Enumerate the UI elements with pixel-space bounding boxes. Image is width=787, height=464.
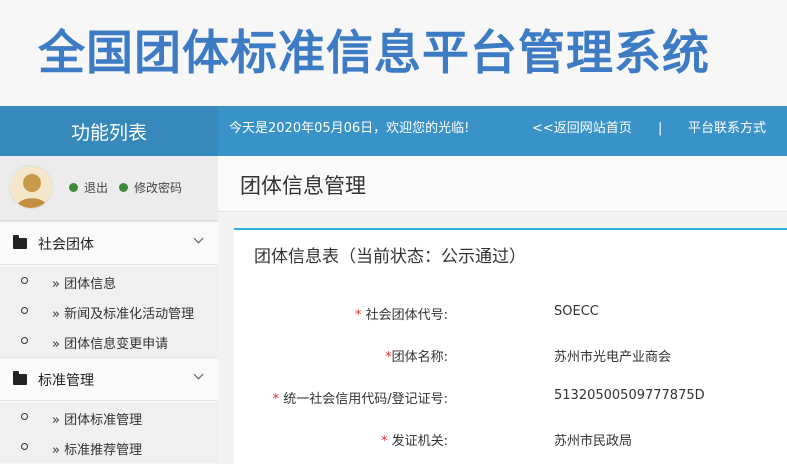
info-card: 团体信息表（当前状态：公示通过） * 社会团体代号: SOECC *团体名称: … — [234, 228, 787, 464]
logout-link[interactable]: 退出 — [69, 179, 108, 196]
field-value-name: 苏州市光电产业商会 — [554, 350, 672, 365]
circle-bullet-icon — [21, 443, 28, 450]
change-password-label: 修改密码 — [134, 181, 183, 195]
circle-bullet-icon — [21, 337, 28, 344]
avatar — [9, 165, 53, 209]
menu-item-label: » 团体标准管理 — [52, 413, 143, 428]
logout-label: 退出 — [84, 181, 109, 195]
folder-icon — [13, 235, 27, 249]
menu-item-group-info[interactable]: » 团体信息 — [0, 267, 218, 297]
circle-bullet-icon — [21, 413, 28, 420]
field-label-credit-code: * 统一社会信用代码/登记证号: — [272, 392, 448, 407]
menu-item-info-change[interactable]: » 团体信息变更申请 — [0, 327, 218, 357]
green-dot-icon — [119, 183, 128, 192]
user-avatar-icon — [10, 166, 52, 208]
menu-item-label: » 团体信息变更申请 — [52, 337, 169, 352]
green-dot-icon — [69, 183, 78, 192]
menu-item-news-activities[interactable]: » 新闻及标准化活动管理 — [0, 297, 218, 327]
site-banner: 全国团体标准信息平台管理系统 — [0, 0, 787, 106]
menu-item-label: » 团体信息 — [52, 277, 117, 292]
page-header: 团体信息管理 — [218, 156, 787, 212]
circle-bullet-icon — [21, 307, 28, 314]
sidebar: 退出 修改密码 社会团体 » 团体信息 » 新闻及标准化活动管理 » 团体信息变… — [0, 156, 218, 464]
field-value-code: SOECC — [554, 304, 599, 319]
field-label-code: * 社会团体代号: — [354, 308, 448, 323]
field-label-name: *团体名称: — [385, 350, 448, 365]
chevron-down-icon — [193, 233, 204, 244]
folder-icon — [13, 371, 27, 385]
top-bar: 功能列表 今天是2020年05月06日，欢迎您的光临! <<返回网站首页 | 平… — [0, 106, 787, 156]
back-home-link[interactable]: <<返回网站首页 — [532, 106, 632, 156]
card-title: 团体信息表（当前状态：公示通过） — [254, 247, 526, 267]
change-password-link[interactable]: 修改密码 — [119, 179, 182, 196]
system-title: 全国团体标准信息平台管理系统 — [38, 26, 710, 81]
chevron-down-icon — [193, 369, 204, 380]
welcome-text: 今天是2020年05月06日，欢迎您的光临! — [229, 121, 470, 136]
circle-bullet-icon — [21, 277, 28, 284]
menu-item-label: » 新闻及标准化活动管理 — [52, 307, 195, 322]
field-label-issuer: * 发证机关: — [380, 434, 448, 449]
menu-group-label: 社会团体 — [38, 237, 94, 253]
page-title: 团体信息管理 — [240, 174, 366, 198]
function-list-header: 功能列表 — [0, 106, 218, 156]
contact-link[interactable]: 平台联系方式 — [688, 106, 766, 156]
main-content: 团体信息管理 团体信息表（当前状态：公示通过） * 社会团体代号: SOECC … — [218, 156, 787, 464]
required-mark: * — [354, 308, 362, 323]
topbar-separator: | — [658, 121, 663, 136]
menu-item-label: » 标准推荐管理 — [52, 443, 143, 458]
menu-item-group-standards[interactable]: » 团体标准管理 — [0, 403, 218, 433]
required-mark: * — [380, 434, 388, 449]
user-panel: 退出 修改密码 — [0, 156, 218, 221]
menu-group-social-organization[interactable]: 社会团体 — [0, 221, 218, 265]
field-value-credit-code: 51320500509777875D — [554, 388, 705, 403]
menu-group-label: 标准管理 — [38, 373, 94, 389]
menu-item-recommendations[interactable]: » 标准推荐管理 — [0, 433, 218, 463]
field-value-issuer: 苏州市民政局 — [554, 434, 633, 449]
required-mark: * — [272, 392, 280, 407]
menu-group-standard-management[interactable]: 标准管理 — [0, 357, 218, 401]
